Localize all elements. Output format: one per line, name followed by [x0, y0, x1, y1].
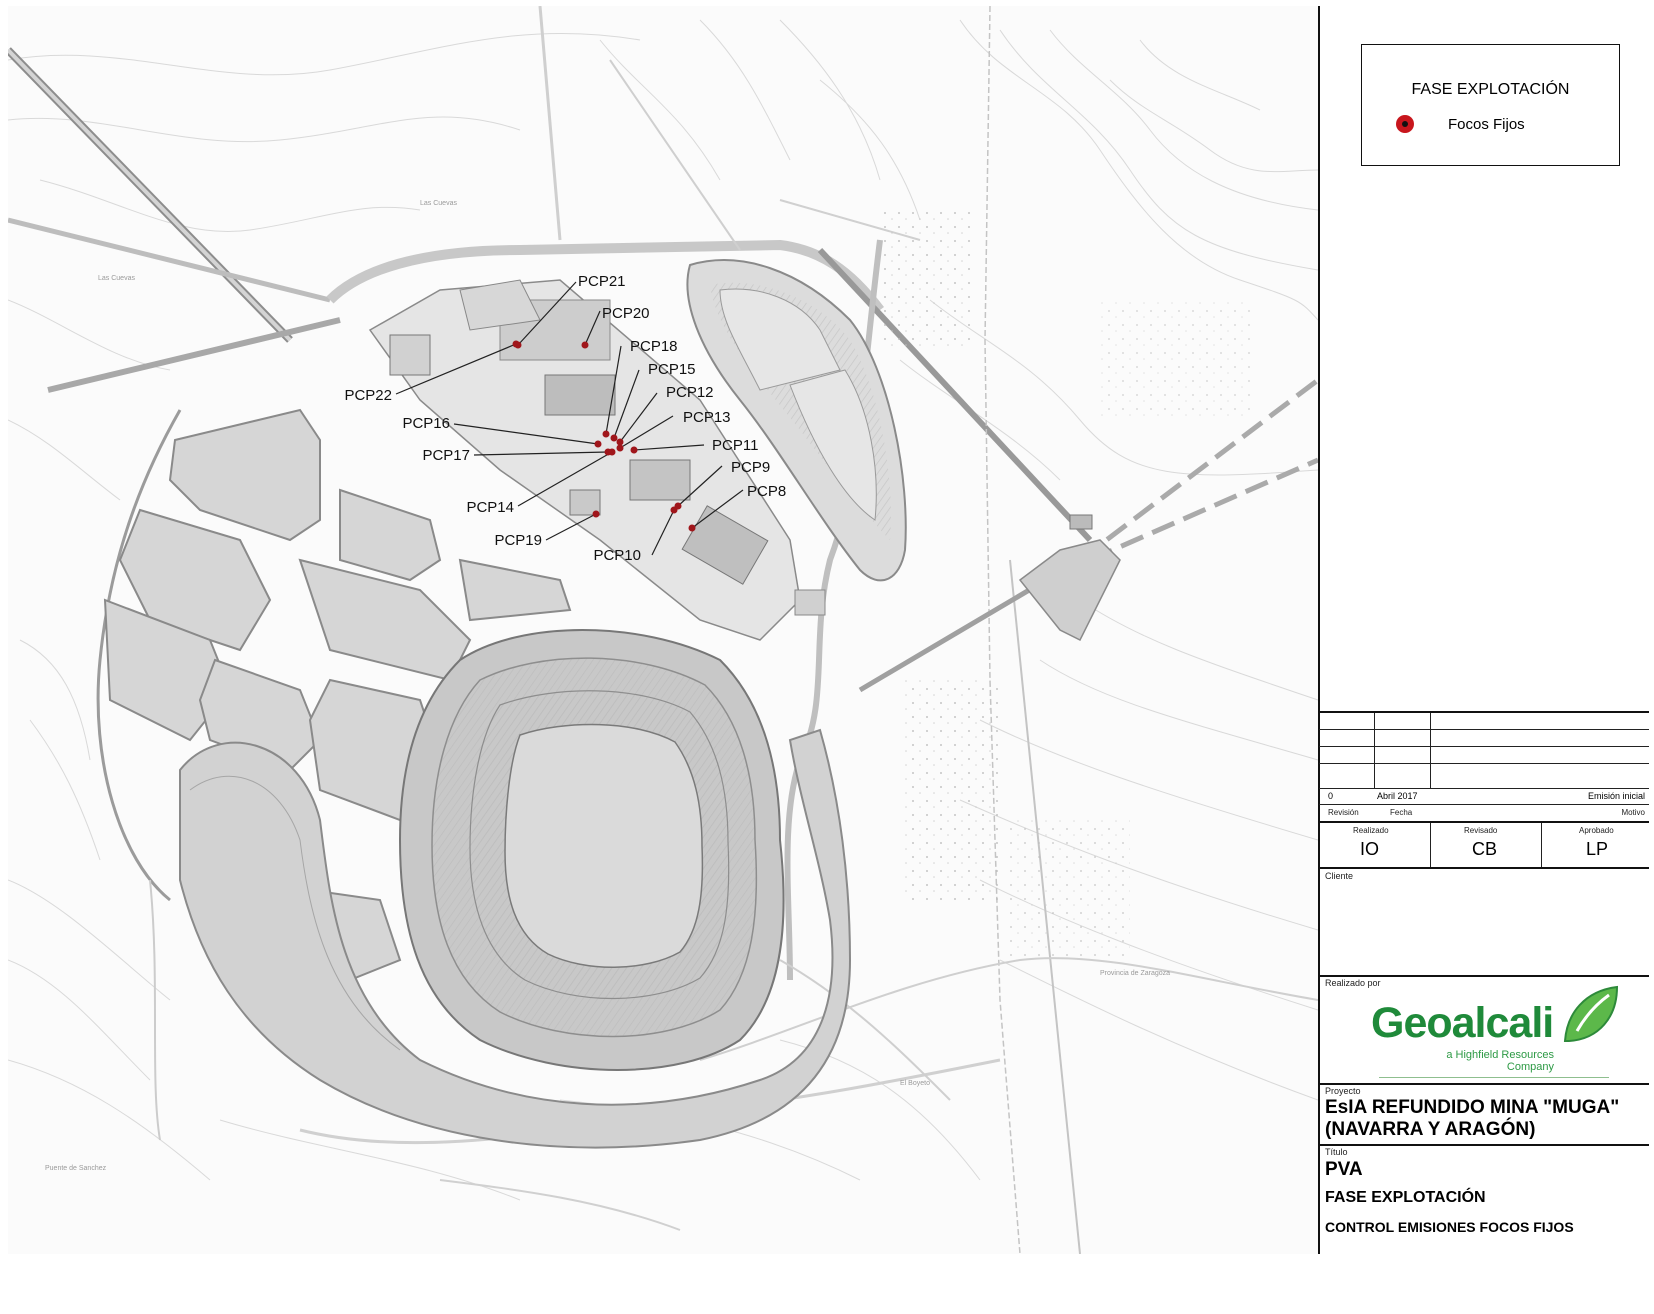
svg-text:Las Cuevas: Las Cuevas: [98, 275, 135, 282]
focus-dot-icon: [670, 506, 678, 514]
title-block: 0 Abril 2017 Emisión inicial Revisión Fe…: [1319, 711, 1649, 1254]
focus-label: PCP12: [666, 384, 714, 401]
focus-dot-icon: [610, 434, 618, 442]
focus-dot-icon: [616, 444, 624, 452]
open-pit: [398, 629, 785, 1071]
project-title-line1: EsIA REFUNDIDO MINA "MUGA": [1325, 1097, 1620, 1118]
proyecto-label: Proyecto: [1325, 1086, 1361, 1096]
focus-label: PCP11: [712, 437, 758, 454]
focus-label: PCP22: [344, 387, 392, 404]
focus-dot-icon: [630, 446, 638, 454]
focus-label: PCP9: [731, 459, 770, 476]
legend-item-focos-fijos: Focos Fijos: [1396, 115, 1525, 133]
focus-label: PCP13: [683, 409, 731, 426]
focus-dot-icon: [594, 440, 602, 448]
focus-dot-icon: [602, 430, 610, 438]
svg-text:El Boyeto: El Boyeto: [900, 1080, 930, 1087]
aprobado-label: Aprobado: [1579, 826, 1614, 835]
svg-text:Las Cuevas: Las Cuevas: [420, 200, 457, 207]
focus-label: PCP15: [648, 361, 696, 378]
leaf-logo-icon: [1563, 985, 1619, 1042]
cliente-label: Cliente: [1325, 871, 1354, 881]
geoalcali-logo-text: Geoalcali: [1371, 999, 1554, 1047]
focus-dot-icon: [688, 524, 696, 532]
geoalcali-tagline: a Highfield Resources Company: [1446, 1049, 1554, 1073]
revisado-value: CB: [1472, 839, 1498, 859]
aprobado-value: LP: [1586, 839, 1609, 859]
focus-label: PCP16: [402, 415, 450, 432]
focus-dot-icon: [581, 341, 589, 349]
focus-label: PCP18: [630, 338, 678, 355]
revision-number: 0: [1328, 791, 1334, 801]
focus-label: PCP17: [422, 447, 470, 464]
realizado-value: IO: [1360, 839, 1380, 859]
revision-reason: Emisión inicial: [1587, 791, 1645, 801]
focus-dot-icon: [604, 448, 612, 456]
col-fecha: Fecha: [1390, 808, 1413, 817]
red-dot-icon: [1396, 115, 1414, 133]
revision-table: [1319, 713, 1649, 788]
revision-date: Abril 2017: [1377, 791, 1418, 801]
realizado-label: Realizado: [1353, 826, 1389, 835]
focus-label: PCP20: [602, 305, 650, 322]
focus-dot-icon: [592, 510, 600, 518]
focus-label: PCP21: [578, 273, 626, 290]
svg-text:Provincia de Zaragoza: Provincia de Zaragoza: [1100, 970, 1170, 977]
col-revision: Revisión: [1328, 808, 1359, 817]
realizado-por-label: Realizado por: [1325, 978, 1381, 988]
revisado-label: Revisado: [1464, 826, 1498, 835]
titulo-label: Título: [1325, 1147, 1348, 1157]
focus-label: PCP8: [747, 483, 786, 500]
focus-label: PCP14: [466, 499, 514, 516]
focus-dot-icon: [512, 340, 520, 348]
drawing-title-line1: PVA: [1325, 1159, 1363, 1180]
map-base: Las Cuevas Las Cuevas Provincia de Zarag…: [8, 6, 1318, 1254]
col-motivo: Motivo: [1621, 808, 1645, 817]
drawing-title-line3: CONTROL EMISIONES FOCOS FIJOS: [1325, 1219, 1574, 1235]
drawing-title-line2: FASE EXPLOTACIÓN: [1325, 1189, 1486, 1206]
legend-title: FASE EXPLOTACIÓN: [1411, 81, 1570, 98]
svg-text:Puente de Sanchez: Puente de Sanchez: [45, 1165, 107, 1172]
legend-item-label: Focos Fijos: [1448, 115, 1525, 133]
focus-label: PCP19: [494, 532, 542, 549]
focus-label: PCP10: [593, 547, 641, 564]
signature-row: Realizado IO Revisado CB Aprobado LP: [1319, 823, 1649, 867]
focus-dot-icon: [616, 438, 624, 446]
project-title-line2: (NAVARRA Y ARAGÓN): [1325, 1119, 1536, 1140]
legend-box: FASE EXPLOTACIÓN Focos Fijos: [1361, 44, 1620, 166]
